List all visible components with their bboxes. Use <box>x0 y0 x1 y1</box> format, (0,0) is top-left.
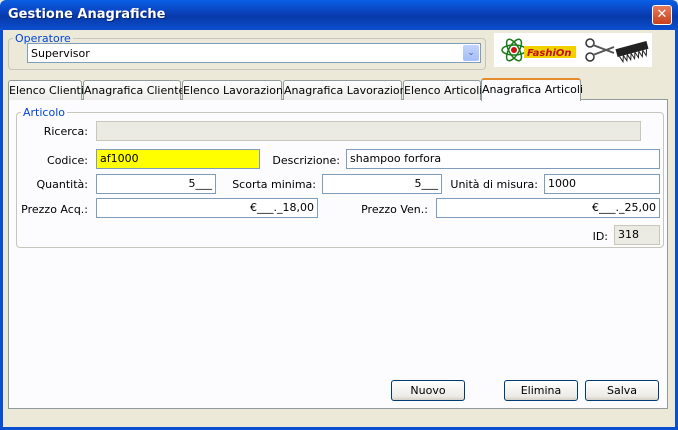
ricerca-input[interactable] <box>96 121 641 141</box>
operatore-select[interactable]: Supervisor ⌄ <box>27 43 481 63</box>
codice-input[interactable]: af1000 <box>96 149 260 169</box>
brand-logo: FashiOn <box>494 33 652 67</box>
quantita-input[interactable]: 5___ <box>96 174 216 194</box>
quantita-label: Quantità: <box>36 178 88 191</box>
scorta-minima-label: Scorta minima: <box>232 178 316 191</box>
descrizione-input[interactable]: shampoo forfora <box>346 149 660 169</box>
tab-anagrafica-articoli[interactable]: Anagrafica Articoli <box>481 78 583 101</box>
logo-graphic: FashiOn <box>501 38 649 64</box>
prezzo-acq-label: Prezzo Acq.: <box>21 203 88 216</box>
id-field: 318 <box>614 225 660 245</box>
close-button[interactable]: ✕ <box>652 5 672 25</box>
unita-misura-input[interactable]: 1000 <box>544 174 660 194</box>
tab-anagrafica-cliente[interactable]: Anagrafica Cliente <box>83 80 185 100</box>
codice-label: Codice: <box>47 154 88 167</box>
logo-brand-text: FashiOn <box>527 48 572 59</box>
descrizione-label: Descrizione: <box>272 154 340 167</box>
window-title: Gestione Anagrafiche <box>8 7 166 22</box>
prezzo-ven-label: Prezzo Ven.: <box>361 203 428 216</box>
chevron-down-icon[interactable]: ⌄ <box>463 45 479 61</box>
salva-button[interactable]: Salva <box>585 380 659 401</box>
nuovo-button[interactable]: Nuovo <box>391 380 465 401</box>
close-icon: ✕ <box>656 7 668 22</box>
operatore-selected-value: Supervisor <box>31 47 90 60</box>
prezzo-ven-input[interactable]: €___._25,00 <box>436 198 660 218</box>
tab-elenco-articoli[interactable]: Elenco Articoli <box>403 80 482 100</box>
tab-elenco-lavorazioni[interactable]: Elenco Lavorazioni <box>182 80 286 100</box>
tab-elenco-clienti[interactable]: Elenco Clienti <box>8 80 84 100</box>
scorta-minima-input[interactable]: 5___ <box>322 174 442 194</box>
window-border-left <box>0 30 3 430</box>
id-label: ID: <box>592 230 608 243</box>
prezzo-acq-input[interactable]: €___._18,00 <box>96 198 318 218</box>
ricerca-label: Ricerca: <box>43 125 88 138</box>
title-bar[interactable]: Gestione Anagrafiche ✕ <box>0 0 678 30</box>
articolo-legend: Articolo <box>23 106 65 119</box>
unita-misura-label: Unità di misura: <box>450 178 538 191</box>
elimina-button[interactable]: Elimina <box>504 380 578 401</box>
tab-anagrafica-lavorazioni[interactable]: Anagrafica Lavorazioni <box>283 80 410 100</box>
